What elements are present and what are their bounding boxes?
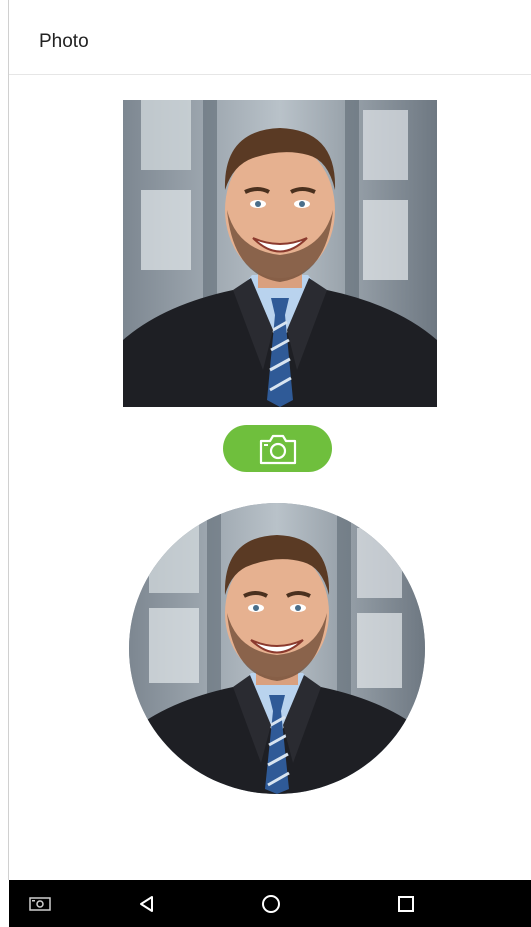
system-navbar — [9, 880, 531, 927]
capture-button[interactable] — [223, 425, 332, 472]
nav-home[interactable] — [246, 880, 296, 927]
nav-back[interactable] — [122, 880, 172, 927]
home-icon — [262, 894, 280, 913]
portrait-photo-square — [123, 100, 437, 407]
portrait-image-round — [129, 503, 425, 794]
photo-screen: Photo — [0, 0, 531, 927]
nav-screenshot[interactable] — [15, 880, 65, 927]
portrait-image — [123, 100, 437, 407]
camera-icon — [259, 434, 296, 464]
frame-edge — [8, 0, 9, 880]
recents-icon — [398, 895, 414, 912]
back-icon — [140, 895, 153, 912]
app-header: Photo — [9, 0, 531, 75]
screenshot-icon — [29, 896, 51, 911]
nav-recents[interactable] — [381, 880, 431, 927]
portrait-photo-round — [129, 503, 425, 794]
page-title: Photo — [39, 31, 89, 52]
